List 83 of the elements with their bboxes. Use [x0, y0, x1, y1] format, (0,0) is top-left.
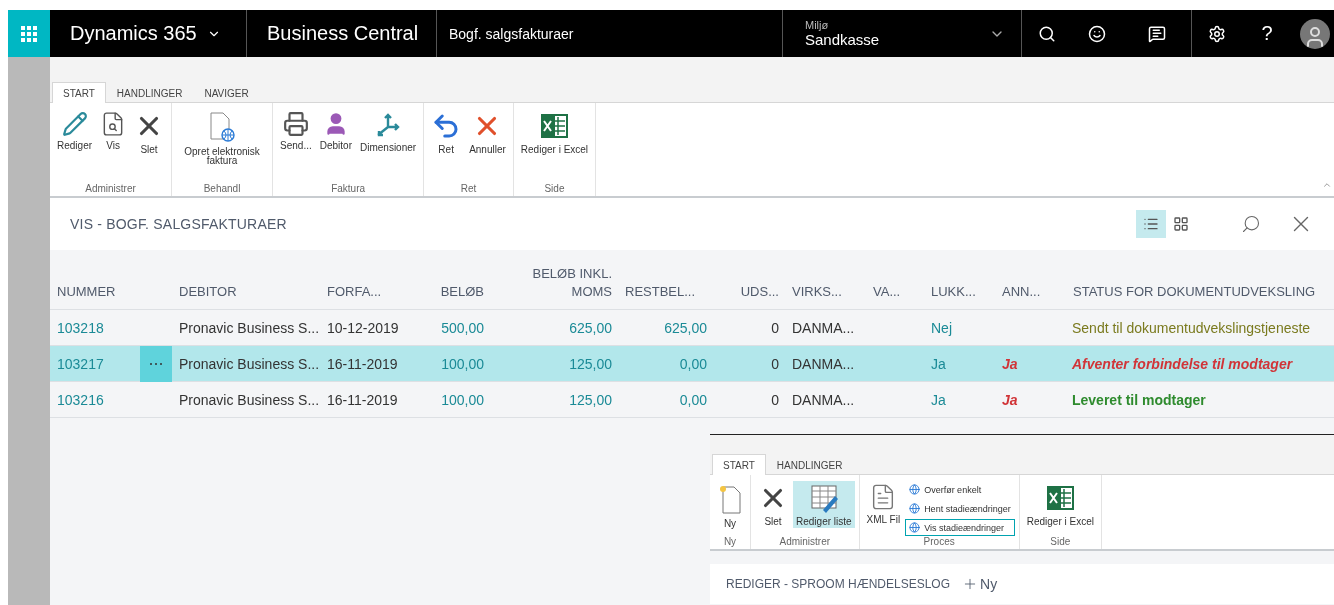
column-header[interactable]: LUKK... [924, 283, 995, 309]
table-cell-text: 0 [770, 319, 780, 336]
column-header[interactable]: DEBITOR [172, 283, 320, 309]
table-cell-text: 125,00 [568, 391, 613, 408]
ribbon-action[interactable]: Overfør enkelt [905, 481, 1015, 498]
table-cell-text: 16-11-2019 [326, 391, 399, 408]
ribbon-tab[interactable]: NAVIGER [193, 82, 260, 103]
cancel-action[interactable]: Annuller [466, 109, 509, 156]
view-action[interactable]: Vis [97, 109, 130, 152]
ribbon-tab[interactable]: HANDLINGER [105, 82, 194, 103]
table-cell-text: 100,00 [440, 356, 485, 372]
xml-action[interactable]: XML Fil [863, 481, 904, 526]
list-title: VIS - BOGF. SALGSFAKTURAER [70, 216, 287, 232]
group-label: Administrer [778, 536, 832, 547]
column-header[interactable]: BELØB INKL. MOMS [490, 265, 618, 309]
table-cell-text: 16-11-2019 [326, 356, 399, 372]
excel-action[interactable]: Rediger i Excel [517, 109, 592, 156]
delete-action[interactable]: Slet [755, 481, 791, 528]
excel-action[interactable]: Rediger i Excel [1023, 481, 1097, 528]
table-cell-text: DANMA... [791, 391, 856, 408]
column-header[interactable]: NUMMER [50, 283, 140, 309]
log-title: REDIGER - SPROOM HÆNDELSESLOG [726, 577, 951, 591]
table-cell-text: Pronavic Business S... [178, 356, 320, 372]
group-label: Behandl [202, 183, 242, 194]
group-label: Ret [459, 183, 478, 194]
table-cell-text: Ja [1001, 356, 1019, 372]
table-cell-text: 0,00 [678, 356, 708, 372]
column-header[interactable]: VA... [866, 283, 924, 309]
column-header[interactable]: BELØB [420, 283, 490, 309]
column-header[interactable]: UDS... [713, 283, 785, 309]
table-cell-text: Pronavic Business S... [178, 319, 320, 336]
column-header[interactable]: STATUS FOR DOKUMENTUDVEKSLING [1066, 283, 1334, 309]
table-cell-text: DANMA... [791, 356, 856, 372]
dimensions-action[interactable]: Dimensioner [357, 109, 420, 154]
edit-action[interactable]: Rediger [54, 109, 96, 152]
table-cell-text: Ja [930, 391, 947, 408]
table-cell-text: Nej [930, 319, 953, 336]
table-cell-text: Pronavic Business S... [178, 391, 320, 408]
table-cell-text: DANMA... [791, 319, 856, 336]
group-label: Faktura [330, 183, 367, 194]
table-cell-text: 125,00 [568, 356, 613, 372]
ribbon-action[interactable]: Vis stadieændringer [905, 519, 1015, 536]
status-text: Leveret til modtager [1071, 391, 1207, 408]
new-button[interactable]: Ny [962, 576, 998, 592]
table-cell-text: 625,00 [568, 319, 613, 336]
group-label: Administrer [84, 183, 137, 194]
table-cell-text: 0,00 [678, 391, 708, 408]
editlist-action[interactable]: Rediger liste [793, 481, 855, 528]
ribbon-tab[interactable]: HANDLINGER [765, 454, 854, 475]
undo-action[interactable]: Ret [428, 109, 465, 156]
edoc-action[interactable]: Opret elektronisk faktura [176, 109, 269, 167]
new-action[interactable]: Ny [714, 481, 746, 530]
column-header[interactable]: FORFA... [320, 283, 420, 309]
table-cell-text: Ja [930, 356, 947, 372]
send-action[interactable]: Send... [277, 109, 315, 152]
column-header[interactable]: RESTBEL... [618, 283, 713, 309]
group-label: Proces [922, 536, 956, 547]
ribbon-tab[interactable]: START [712, 454, 766, 475]
ribbon-action[interactable]: Hent stadieændringer [905, 500, 1015, 517]
column-header[interactable]: ANN... [995, 283, 1066, 309]
table-cell-text: 0 [770, 391, 780, 408]
product-name: Dynamics 365 [70, 22, 197, 45]
group-label: Ny [722, 536, 738, 547]
status-text: Afventer forbindelse til modtager [1071, 356, 1294, 372]
status-text: Sendt til dokumentudvekslingstjeneste [1071, 319, 1312, 336]
table-cell-text: 100,00 [440, 391, 485, 408]
table-cell-text: 625,00 [663, 319, 708, 336]
column-header[interactable]: VIRKS... [785, 283, 866, 309]
app-name: Business Central [267, 22, 419, 45]
ribbon-tab[interactable]: START [52, 82, 106, 103]
delete-action[interactable]: Slet [131, 109, 168, 156]
page-name: Bogf. salgsfakturaer [449, 25, 574, 42]
table-cell[interactable]: 103216 [50, 391, 140, 408]
table-row[interactable]: 103216 Pronavic Business S... 16-11-2019 100,00 125,00 0,00 0 DANMA... Ja Ja Leveret til modtager [50, 382, 1334, 418]
group-label: Side [543, 183, 566, 194]
help-button[interactable]: ? [1242, 10, 1292, 57]
table-cell-text: 500,00 [440, 319, 485, 336]
table-cell-text: 0 [770, 356, 780, 372]
table-cell[interactable]: 103218 [50, 319, 140, 336]
group-label: Side [1049, 536, 1072, 547]
table-cell-text: Ja [1001, 391, 1019, 408]
person-action[interactable]: Debitor [316, 109, 355, 152]
table-cell-text: 10-12-2019 [326, 319, 400, 336]
